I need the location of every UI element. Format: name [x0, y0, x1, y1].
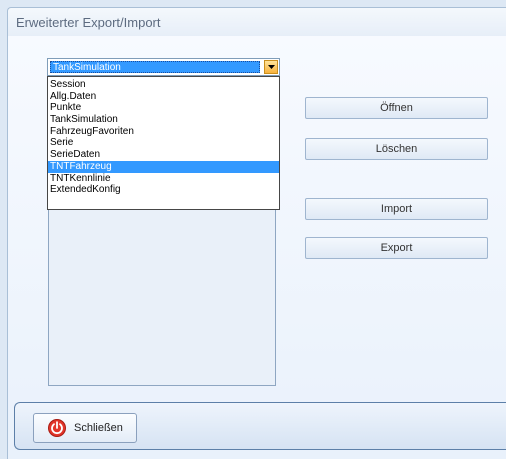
- open-button[interactable]: Öffnen: [305, 97, 488, 119]
- close-button-label: Schließen: [74, 422, 123, 434]
- window-title: Erweiterter Export/Import: [16, 15, 161, 30]
- dropdown-option-tanksimulation[interactable]: TankSimulation: [48, 114, 279, 126]
- table-type-combobox[interactable]: TankSimulation: [47, 58, 280, 76]
- dropdown-option-punkte[interactable]: Punkte: [48, 102, 279, 114]
- dropdown-option-serie[interactable]: Serie: [48, 137, 279, 149]
- export-button[interactable]: Export: [305, 237, 488, 259]
- dropdown-option-tntkennlinie[interactable]: TNTKennlinie: [48, 173, 279, 185]
- close-button[interactable]: Schließen: [33, 413, 137, 443]
- title-bar: Erweiterter Export/Import: [7, 7, 506, 37]
- dropdown-option-session[interactable]: Session: [48, 79, 279, 91]
- dropdown-option-allg-daten[interactable]: Allg.Daten: [48, 91, 279, 103]
- chevron-down-icon: [268, 65, 275, 69]
- dropdown-option-fahrzeugfavoriten[interactable]: FahrzeugFavoriten: [48, 126, 279, 138]
- export-import-window: Erweiterter Export/Import TankSimulation…: [0, 0, 506, 459]
- import-button[interactable]: Import: [305, 198, 488, 220]
- dropdown-option-seriedaten[interactable]: SerieDaten: [48, 149, 279, 161]
- dropdown-arrow-button[interactable]: [264, 60, 278, 74]
- dropdown-option-extendedkonfig[interactable]: ExtendedKonfig: [48, 184, 279, 196]
- combobox-selected-value: TankSimulation: [50, 61, 260, 73]
- power-icon: [48, 419, 66, 437]
- combobox-dropdown-list: Session Allg.Daten Punkte TankSimulation…: [47, 76, 280, 210]
- dropdown-option-tntfahrzeug[interactable]: TNTFahrzeug: [48, 160, 279, 173]
- delete-button[interactable]: Löschen: [305, 138, 488, 160]
